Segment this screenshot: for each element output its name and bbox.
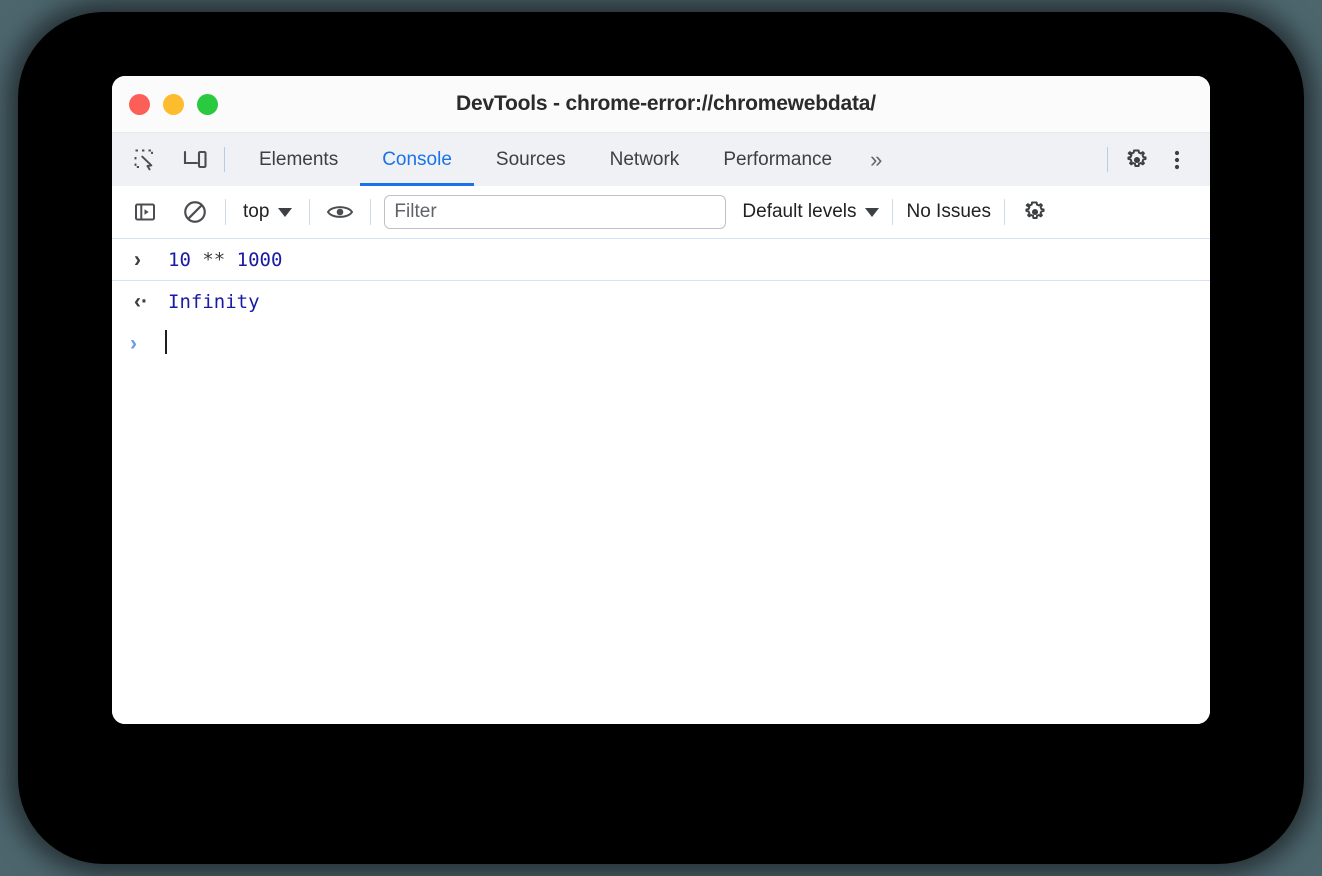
input-prompt-gutter: › [134,246,168,272]
tabstrip-left-icons [112,133,212,186]
console-prompt-row[interactable]: › [112,323,1210,365]
console-toolbar-divider-3 [370,199,372,225]
prompt-arrow-icon: › [130,332,137,355]
window-titlebar: DevTools - chrome-error://chromewebdata/ [112,76,1210,132]
console-toolbar-divider-4 [892,199,894,225]
tabstrip-divider-1 [224,147,225,172]
more-options-icon[interactable] [1160,143,1194,177]
console-result-value: Infinity [168,291,260,313]
token-number: 10 [168,248,191,271]
minimize-button[interactable] [163,93,184,115]
tab-console[interactable]: Console [360,133,474,186]
tab-performance[interactable]: Performance [701,133,854,186]
output-prompt-gutter: ‹· [134,290,168,314]
console-toolbar-divider-2 [309,199,311,225]
console-message-list[interactable]: › 10 ** 1000 ‹· Infinity › [112,239,1210,724]
devtools-window: DevTools - chrome-error://chromewebdata/ [112,76,1210,724]
active-prompt-gutter: › [130,332,164,356]
window-title: DevTools - chrome-error://chromewebdata/ [456,92,876,115]
devtools-tabs: Elements Console Sources Network Perform… [237,133,1095,186]
live-expression-icon[interactable] [323,195,357,229]
token-number: 1000 [236,248,283,271]
devtools-tabstrip: Elements Console Sources Network Perform… [112,132,1210,186]
execution-context-value: top [243,201,270,222]
tab-performance-label: Performance [723,148,833,170]
device-toolbar-icon[interactable] [178,143,212,177]
console-sidebar-icon[interactable] [128,195,162,229]
more-tabs-icon[interactable]: » [854,133,895,186]
tab-console-label: Console [382,148,452,170]
console-input-entry[interactable]: › 10 ** 1000 [112,239,1210,281]
tab-sources-label: Sources [495,148,566,170]
tab-network[interactable]: Network [588,133,702,186]
console-toolbar: top Default levels No Issues [112,186,1210,239]
tab-elements[interactable]: Elements [237,133,360,186]
execution-context-select[interactable]: top [239,201,296,223]
window-traffic-lights [129,76,218,132]
tab-elements-label: Elements [259,148,339,170]
screen: DevTools - chrome-error://chromewebdata/ [0,0,1322,876]
console-settings-icon[interactable] [1018,195,1052,229]
tabstrip-right-icons [1120,133,1210,186]
console-prompt-input[interactable] [164,329,167,359]
chevron-down-icon [865,207,880,217]
console-toolbar-divider-1 [225,199,226,225]
settings-gear-icon[interactable] [1120,143,1154,177]
clear-console-icon[interactable] [178,195,212,229]
tab-sources[interactable]: Sources [474,133,588,186]
issues-status[interactable]: No Issues [906,201,990,223]
token-operator: ** [190,248,237,271]
output-arrow-icon: ‹· [134,290,148,313]
console-output-entry[interactable]: ‹· Infinity [112,281,1210,323]
filter-input[interactable] [384,195,727,229]
console-input-expression: 10 ** 1000 [168,249,282,271]
maximize-button[interactable] [197,93,218,115]
log-levels-select[interactable]: Default levels [742,201,880,223]
inspect-element-icon[interactable] [128,143,162,177]
tabstrip-divider-2 [1107,147,1108,172]
input-arrow-icon: › [134,246,141,272]
chevron-down-icon [278,207,293,217]
tab-network-label: Network [609,148,680,170]
console-toolbar-divider-5 [1003,199,1005,225]
close-button[interactable] [129,93,150,115]
log-levels-value: Default levels [742,201,857,222]
text-cursor [165,329,167,354]
